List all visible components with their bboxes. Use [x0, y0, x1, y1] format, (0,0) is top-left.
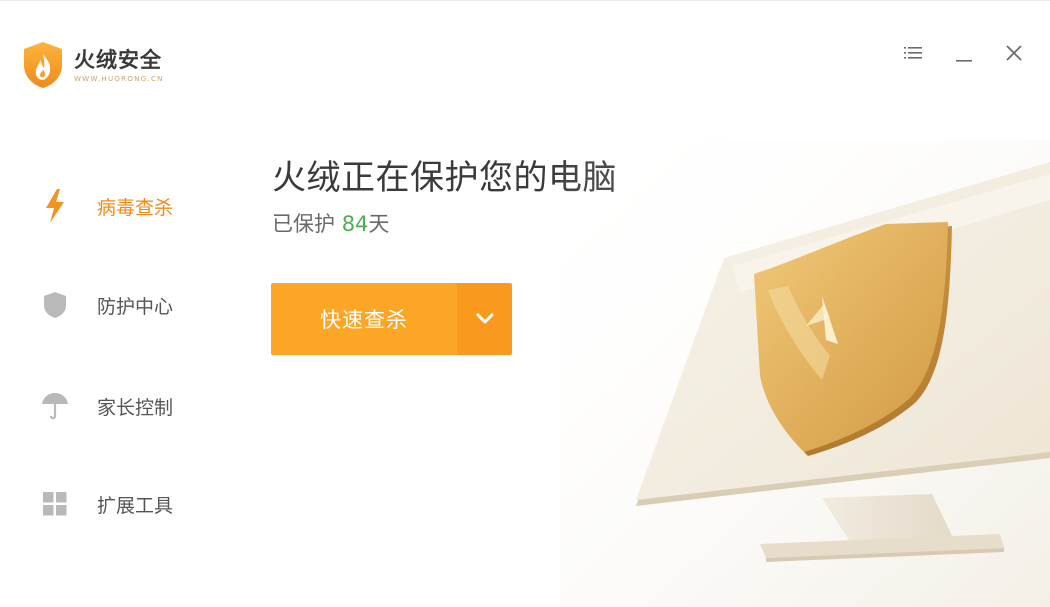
sidebar-item-label: 病毒查杀 [97, 196, 174, 219]
minimize-icon [956, 60, 972, 62]
close-icon [1006, 45, 1022, 61]
huorong-shield-logo-icon [24, 42, 62, 88]
sidebar-item-label: 防护中心 [97, 295, 174, 318]
quick-scan-button[interactable]: 快速查杀 [271, 283, 457, 355]
app-url: WWW.HUORONG.CN [74, 74, 164, 83]
sidebar-item-label: 家长控制 [97, 396, 174, 419]
sidebar-item-protection-center[interactable]: 防护中心 [40, 285, 173, 325]
chevron-down-icon [476, 313, 493, 324]
sidebar-item-parental-control[interactable]: 家长控制 [40, 386, 173, 426]
protected-suffix: 天 [368, 212, 390, 236]
grid-icon [40, 489, 70, 519]
shield-icon [40, 290, 70, 320]
app-name: 火绒安全 [74, 47, 162, 72]
umbrella-icon [40, 391, 70, 421]
monitor-shield-illustration [560, 140, 1050, 607]
protected-days-count: 84 [341, 212, 369, 236]
lightning-icon [40, 189, 70, 223]
protected-duration: 已保护 84天 [272, 208, 389, 238]
scan-options-dropdown-button[interactable] [457, 283, 512, 355]
menu-button[interactable] [898, 38, 928, 68]
app-window: 火绒安全 WWW.HUORONG.CN 病毒查杀 防护中心 家长控制 扩展工具 … [0, 0, 1050, 607]
app-logo: 火绒安全 WWW.HUORONG.CN [22, 41, 164, 89]
minimize-button[interactable] [949, 38, 979, 68]
close-button[interactable] [999, 38, 1029, 68]
sidebar-item-extension-tools[interactable]: 扩展工具 [40, 484, 173, 524]
sidebar-item-virus-scan[interactable]: 病毒查杀 [40, 186, 173, 226]
sidebar-item-label: 扩展工具 [97, 494, 174, 517]
protected-prefix: 已保护 [272, 212, 342, 236]
quick-scan-button-group: 快速查杀 [271, 283, 512, 355]
top-border [0, 0, 1050, 1]
menu-list-icon [904, 47, 922, 59]
